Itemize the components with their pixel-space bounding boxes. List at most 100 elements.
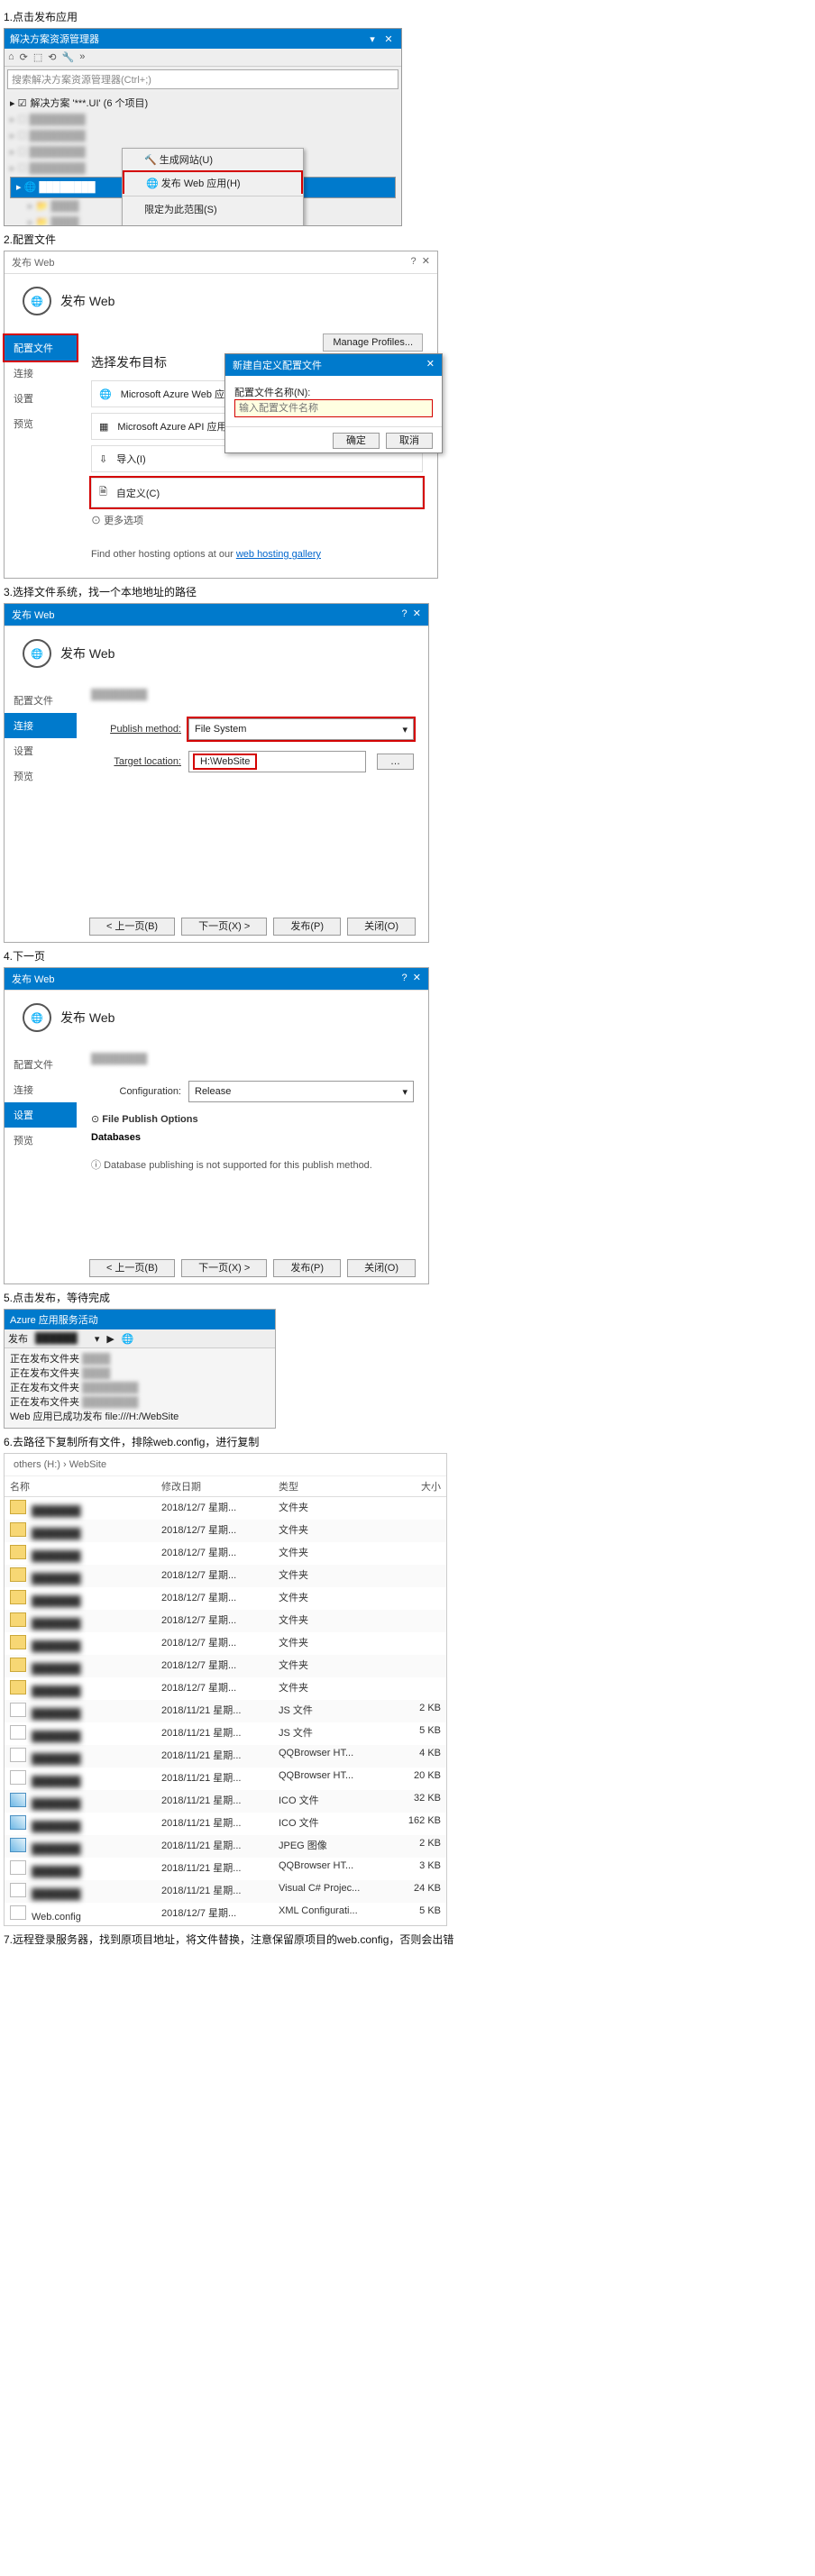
file-row[interactable]: ███████2018/12/7 星期...文件夹 [5,1655,446,1677]
tool-icon[interactable]: ⬚ [33,51,42,63]
nav-profile[interactable]: 配置文件 [5,1052,77,1077]
menu-scope[interactable]: 限定为此范围(S) [123,198,303,220]
file-row[interactable]: ███████2018/12/7 星期...文件夹 [5,1632,446,1655]
col-type[interactable]: 类型 [279,1479,387,1494]
file-icon [10,1770,26,1785]
file-row[interactable]: ███████2018/12/7 星期...文件夹 [5,1565,446,1587]
browse-button[interactable]: … [377,754,414,770]
col-date[interactable]: 修改日期 [161,1479,279,1494]
line4: 正在发布文件夹 ████████ [10,1395,270,1410]
close-icon[interactable]: ✕ [426,358,435,372]
prev-button[interactable]: < 上一页(B) [89,918,175,936]
prev-button[interactable]: < 上一页(B) [89,1259,175,1277]
nav-preview[interactable]: 预览 [5,763,77,789]
folder-icon [10,1522,26,1537]
file-row[interactable]: Web.config2018/12/7 星期...XML Configurati… [5,1903,446,1925]
nav-conn[interactable]: 连接 [5,1077,77,1102]
publish-button[interactable]: 发布(P) [273,1259,341,1277]
publish-window-3: 发布 Web? ✕ 🌐发布 Web 配置文件 连接 设置 预览 ████████… [4,603,429,943]
refresh-icon[interactable]: ⟳ [20,51,28,63]
file-row[interactable]: ███████2018/12/7 星期...文件夹 [5,1542,446,1565]
publish-window-2: 发布 Web? ✕ 🌐发布 Web 配置文件 连接 设置 预览 Manage P… [4,251,438,579]
col-size[interactable]: 大小 [387,1479,441,1494]
chevron-down-icon: ▾ [402,724,408,735]
target-input[interactable]: H:\WebSite [188,751,366,772]
nav-preview[interactable]: 预览 [5,411,77,436]
nav-profile[interactable]: 配置文件 [5,688,77,713]
nav-settings[interactable]: 设置 [5,1102,77,1128]
config-select[interactable]: Release▾ [188,1081,414,1102]
method-select[interactable]: File System▾ [188,718,414,740]
profile-name-input[interactable] [234,399,433,417]
file-row[interactable]: ███████2018/12/7 星期...文件夹 [5,1520,446,1542]
se-searchbox[interactable]: 搜索解决方案资源管理器(Ctrl+;) [7,69,398,89]
hosting-link[interactable]: web hosting gallery [236,549,321,560]
file-row[interactable]: ███████2018/11/21 星期...QQBrowser HT...4 … [5,1745,446,1768]
nav-conn[interactable]: 连接 [5,361,77,386]
se-toolbar: ⌂ ⟳ ⬚ ⟲ 🔧 » [5,49,401,67]
manage-profiles-button[interactable]: Manage Profiles... [323,333,423,352]
file-row[interactable]: ███████2018/12/7 星期...文件夹 [5,1587,446,1610]
step3-title: 3.选择文件系统，找一个本地地址的路径 [4,584,811,599]
file-row[interactable]: ███████2018/12/7 星期...文件夹 [5,1677,446,1700]
solution-node[interactable]: ▸ ☑ 解决方案 '***.UI' (6 个项目) [10,96,396,112]
step7-title: 7.远程登录服务器，找到原项目地址，将文件替换，注意保留原项目的web.conf… [4,1932,811,1947]
file-row[interactable]: ███████2018/11/21 星期...QQBrowser HT...20… [5,1768,446,1790]
close-icon[interactable]: ✕ [413,973,421,983]
line1: 正在发布文件夹 ████ [10,1352,270,1366]
proj1[interactable]: ▸ ☐ ████████ [10,112,396,128]
file-publish-options[interactable]: ⊙ File Publish Options [91,1113,414,1125]
pin-icon[interactable]: ▾ [365,33,380,45]
folder-icon [10,1635,26,1649]
close-icon[interactable]: ✕ [413,608,421,619]
nav-settings[interactable]: 设置 [5,738,77,763]
nav-profile[interactable]: 配置文件 [5,335,77,361]
close-icon[interactable]: ✕ [422,256,430,267]
doc-icon: 🗎 [99,484,107,501]
file-row[interactable]: ███████2018/12/7 星期...文件夹 [5,1610,446,1632]
file-row[interactable]: ███████2018/11/21 星期...ICO 文件32 KB [5,1790,446,1813]
more-options[interactable]: ⊙ 更多选项 [91,513,423,527]
publish-button[interactable]: 发布(P) [273,918,341,936]
globe-icon[interactable]: 🌐 [122,1333,134,1345]
play-icon[interactable]: ▶ [106,1333,114,1345]
nav-preview[interactable]: 预览 [5,1128,77,1153]
next-button[interactable]: 下一页(X) > [181,918,267,936]
file-row[interactable]: ███████2018/11/21 星期...JS 文件2 KB [5,1700,446,1722]
file-row[interactable]: ███████2018/11/21 星期...QQBrowser HT...3 … [5,1858,446,1880]
help-icon[interactable]: ? [411,256,417,267]
cancel-button[interactable]: 取消 [386,433,433,449]
api-icon: ▦ [99,421,108,433]
help-icon[interactable]: ? [402,973,408,983]
menu-publish[interactable]: 🌐 发布 Web 应用(H) [123,170,303,194]
sync-icon[interactable]: ⟲ [48,51,56,63]
close-icon[interactable]: ✕ [381,33,396,45]
step5-title: 5.点击发布，等待完成 [4,1290,811,1305]
nav-conn[interactable]: 连接 [5,713,77,738]
nav-settings[interactable]: 设置 [5,386,77,411]
file-row[interactable]: ███████2018/11/21 星期...JS 文件5 KB [5,1722,446,1745]
chevron-down-icon[interactable]: ▾ [95,1333,100,1345]
menu-build[interactable]: 🔨 生成网站(U) [123,149,303,170]
folder-icon [10,1658,26,1672]
globe-icon: 🌐 [23,639,51,668]
file-row[interactable]: ███████2018/11/21 星期...JPEG 图像2 KB [5,1835,446,1858]
pubhdr2: 发布 Web? ✕ [5,251,437,274]
ok-button[interactable]: 确定 [333,433,380,449]
close-button[interactable]: 关闭(O) [347,918,416,936]
help-icon[interactable]: ? [402,608,408,619]
file-row[interactable]: ███████2018/12/7 星期...文件夹 [5,1497,446,1520]
more-icon[interactable]: » [79,51,85,63]
file-row[interactable]: ███████2018/11/21 星期...Visual C# Projec.… [5,1880,446,1903]
next-button[interactable]: 下一页(X) > [181,1259,267,1277]
wrench-icon[interactable]: 🔧 [62,51,75,63]
file-icon [10,1748,26,1762]
menu-newview[interactable]: 📄 新建解决方案资源管理器视图(N) [123,220,303,226]
home-icon[interactable]: ⌂ [8,51,14,63]
breadcrumb[interactable]: others (H:) › WebSite [5,1454,446,1476]
opt-custom[interactable]: 🗎自定义(C) [91,478,423,507]
proj2[interactable]: ▸ ☐ ████████ [10,128,396,144]
file-row[interactable]: ███████2018/11/21 星期...ICO 文件162 KB [5,1813,446,1835]
close-button[interactable]: 关闭(O) [347,1259,416,1277]
col-name[interactable]: 名称 [10,1479,161,1494]
